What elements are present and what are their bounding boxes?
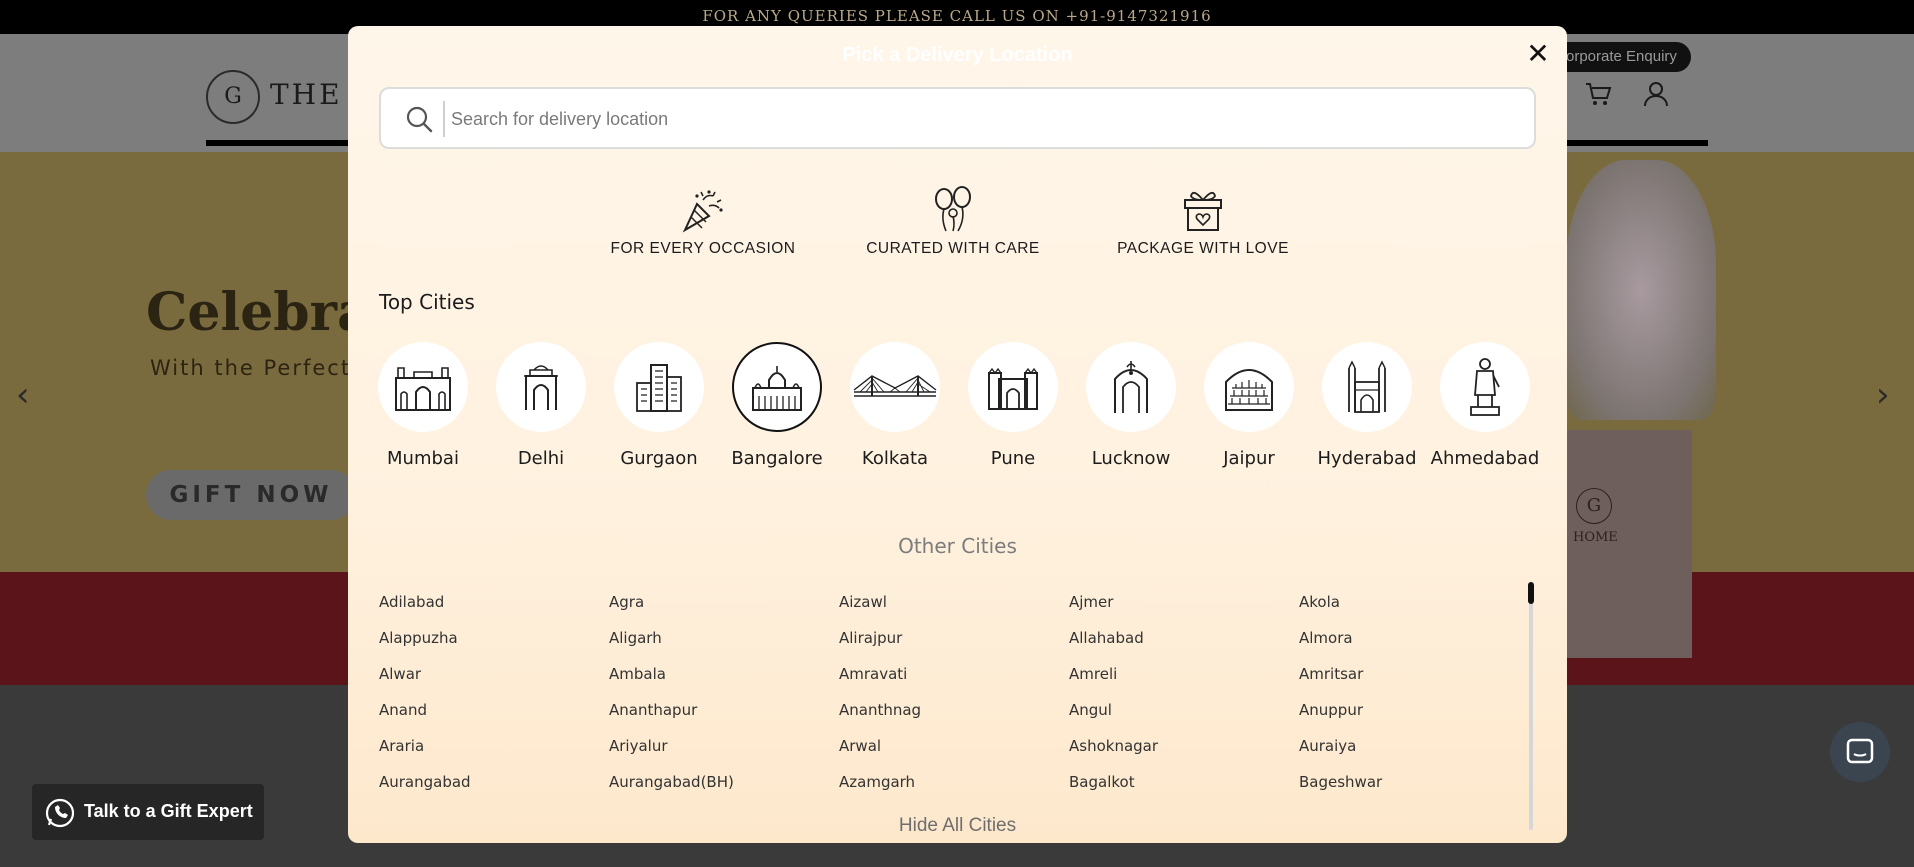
- carousel-prev-icon[interactable]: ‹: [16, 375, 30, 415]
- city-delhi[interactable]: Delhi: [482, 342, 600, 469]
- feature-label: FOR EVERY OCCASION: [610, 240, 796, 257]
- city-link[interactable]: Amravati: [839, 665, 907, 683]
- close-modal-button[interactable]: ✕: [1524, 40, 1552, 68]
- city-pune[interactable]: Pune: [954, 342, 1072, 469]
- city-link[interactable]: Aligarh: [609, 629, 662, 647]
- city-name: Ahmedabad: [1430, 448, 1540, 469]
- city-link[interactable]: Ashoknagar: [1069, 737, 1158, 755]
- skyscraper-icon: [636, 364, 682, 412]
- shaniwar-wada-icon: [988, 367, 1038, 410]
- city-name: Hyderabad: [1317, 448, 1417, 469]
- city-link[interactable]: Ananthnag: [839, 701, 921, 719]
- talk-to-expert-button[interactable]: Talk to a Gift Expert: [32, 784, 264, 840]
- corporate-enquiry-button[interactable]: orporate Enquiry: [1548, 42, 1691, 72]
- city-link[interactable]: Arwal: [839, 737, 881, 755]
- city-link[interactable]: Anuppur: [1299, 701, 1363, 719]
- talk-to-expert-label: Talk to a Gift Expert: [84, 801, 253, 821]
- city-mumbai[interactable]: Mumbai: [364, 342, 482, 469]
- city-name: Bangalore: [731, 448, 823, 469]
- statue-icon: [1470, 358, 1500, 416]
- hide-all-cities-link[interactable]: Hide All Cities: [348, 815, 1567, 837]
- city-ahmedabad[interactable]: Ahmedabad: [1426, 342, 1544, 469]
- city-link[interactable]: Anand: [379, 701, 427, 719]
- city-link[interactable]: Aizawl: [839, 593, 887, 611]
- rumi-darwaza-icon: [1114, 361, 1148, 413]
- cart-icon[interactable]: [1583, 78, 1615, 110]
- banner-subtitle: With the Perfect: [150, 356, 352, 380]
- charminar-icon: [1348, 360, 1386, 413]
- city-link[interactable]: Bageshwar: [1299, 773, 1382, 791]
- city-link[interactable]: Amritsar: [1299, 665, 1363, 683]
- city-link[interactable]: Angul: [1069, 701, 1112, 719]
- city-list-scrollbar[interactable]: [1529, 582, 1533, 830]
- feature-curated-with-care: CURATED WITH CARE: [848, 186, 1058, 258]
- location-search-input[interactable]: [451, 99, 1511, 139]
- other-cities-heading: Other Cities: [898, 534, 1017, 558]
- city-gurgaon[interactable]: Gurgaon: [600, 342, 718, 469]
- modal-title: Pick a Delivery Location: [842, 44, 1073, 66]
- city-link[interactable]: Allahabad: [1069, 629, 1144, 647]
- city-link[interactable]: Akola: [1299, 593, 1340, 611]
- city-link[interactable]: Amreli: [1069, 665, 1117, 683]
- city-link[interactable]: Alwar: [379, 665, 421, 683]
- party-popper-icon: [682, 190, 723, 233]
- city-kolkata[interactable]: Kolkata: [836, 342, 954, 469]
- balloons-icon: [935, 186, 971, 232]
- box-logo: G: [1576, 488, 1612, 524]
- city-name: Pune: [990, 448, 1036, 469]
- gift-box-icon: [1184, 191, 1222, 231]
- city-link[interactable]: Alirajpur: [839, 629, 902, 647]
- feature-label: PACKAGE WITH LOVE: [1117, 240, 1289, 257]
- search-icon: [406, 106, 433, 133]
- feature-for-every-occasion: FOR EVERY OCCASION: [598, 186, 808, 258]
- city-link[interactable]: Aurangabad(BH): [609, 773, 734, 791]
- city-link[interactable]: Araria: [379, 737, 424, 755]
- gift-now-button[interactable]: GIFT NOW: [146, 470, 356, 520]
- delivery-location-modal: Pick a Delivery Location ✕ FOR EVERY OCC…: [348, 26, 1567, 843]
- city-link[interactable]: Adilabad: [379, 593, 444, 611]
- search-separator: [443, 101, 445, 137]
- city-name: Lucknow: [1091, 448, 1171, 469]
- gateway-of-india-icon: [395, 367, 451, 411]
- location-search: [379, 87, 1536, 149]
- logo-mark[interactable]: G: [206, 70, 260, 124]
- box-label: HOME: [1573, 530, 1618, 545]
- city-link[interactable]: Aurangabad: [379, 773, 471, 791]
- city-list-scroll-thumb[interactable]: [1528, 582, 1534, 604]
- city-name: Mumbai: [387, 448, 459, 469]
- howrah-bridge-icon: [853, 375, 937, 397]
- vidhana-soudha-icon: [752, 366, 802, 411]
- city-link[interactable]: Azamgarh: [839, 773, 915, 791]
- city-link[interactable]: Ariyalur: [609, 737, 668, 755]
- city-jaipur[interactable]: Jaipur: [1190, 342, 1308, 469]
- city-name: Gurgaon: [620, 448, 698, 469]
- city-name: Jaipur: [1223, 448, 1275, 469]
- chat-icon: [1846, 738, 1874, 764]
- whatsapp-icon: [45, 798, 75, 828]
- city-link[interactable]: Bagalkot: [1069, 773, 1135, 791]
- city-hyderabad[interactable]: Hyderabad: [1308, 342, 1426, 469]
- city-link[interactable]: Ajmer: [1069, 593, 1113, 611]
- city-link[interactable]: Agra: [609, 593, 644, 611]
- other-cities-list: Adilabad Agra Aizawl Ajmer Akola Alappuz…: [379, 593, 1519, 825]
- india-gate-icon: [524, 365, 558, 410]
- chat-launcher-button[interactable]: [1830, 722, 1890, 782]
- city-link[interactable]: Auraiya: [1299, 737, 1356, 755]
- flower-bouquet-image: [1566, 160, 1716, 420]
- feature-package-with-love: PACKAGE WITH LOVE: [1098, 186, 1308, 258]
- city-link[interactable]: Ambala: [609, 665, 666, 683]
- top-cities-heading: Top Cities: [379, 290, 475, 314]
- city-link[interactable]: Ananthapur: [609, 701, 697, 719]
- city-name: Delhi: [517, 448, 565, 469]
- city-link[interactable]: Almora: [1299, 629, 1353, 647]
- hawa-mahal-icon: [1225, 369, 1273, 411]
- city-link[interactable]: Alappuzha: [379, 629, 458, 647]
- city-bangalore[interactable]: Bangalore: [718, 342, 836, 469]
- city-lucknow[interactable]: Lucknow: [1072, 342, 1190, 469]
- account-icon[interactable]: [1640, 78, 1672, 110]
- feature-label: CURATED WITH CARE: [866, 240, 1040, 257]
- carousel-next-icon[interactable]: ›: [1876, 375, 1890, 415]
- city-name: Kolkata: [861, 448, 929, 469]
